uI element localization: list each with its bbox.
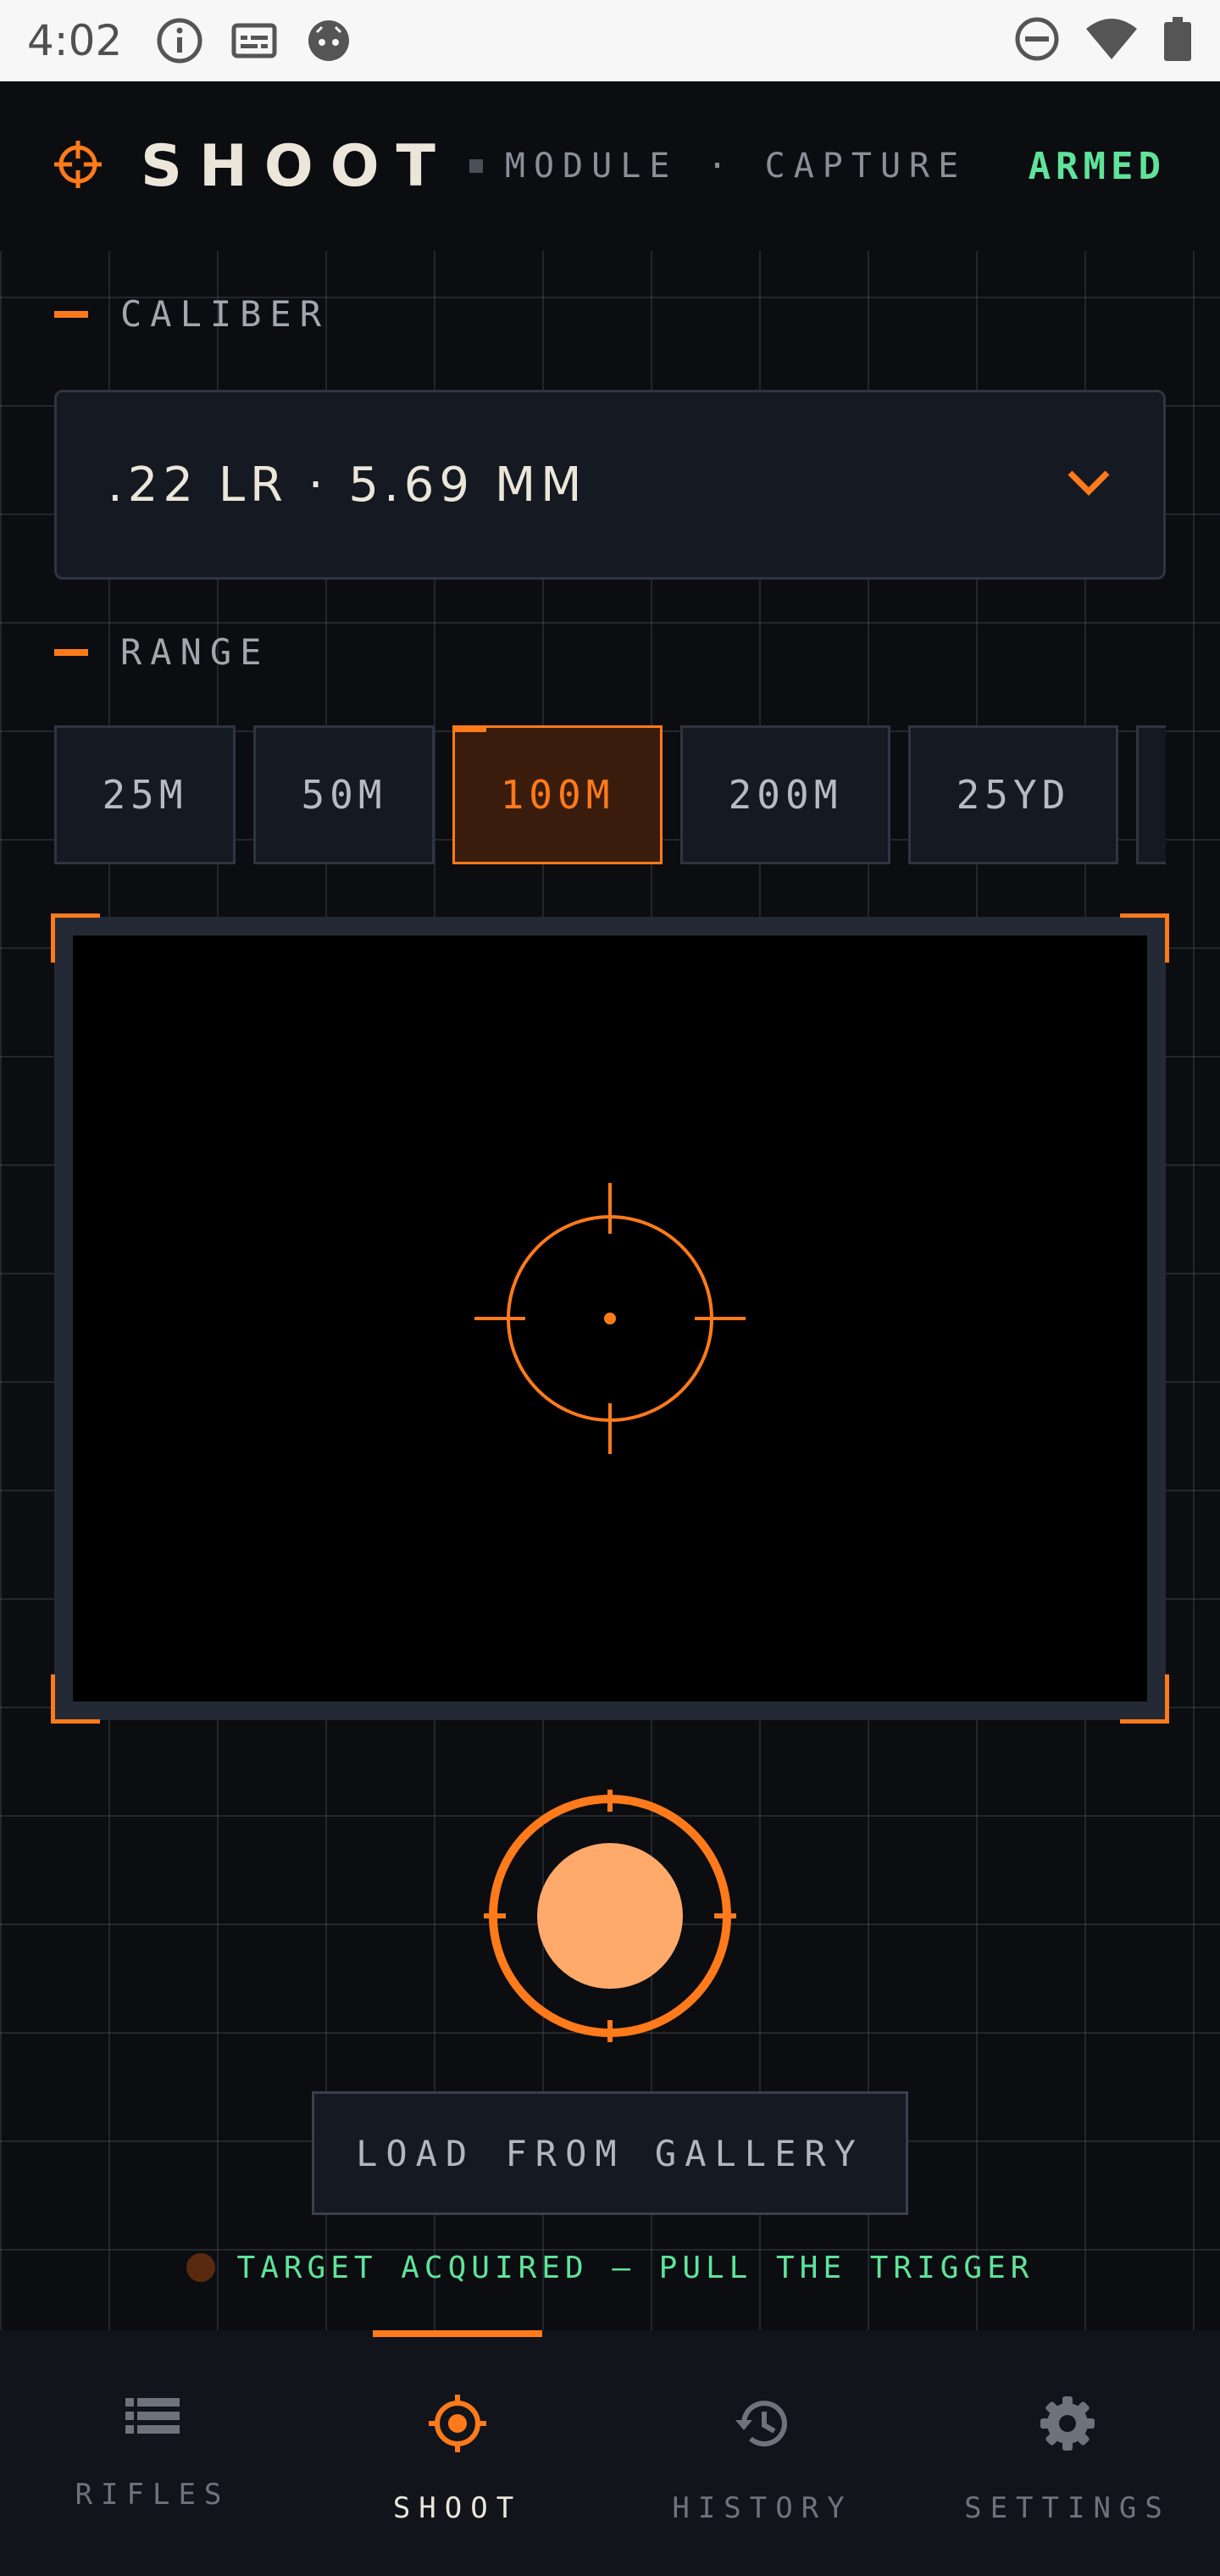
gear-icon (1037, 2393, 1098, 2457)
chevron-down-icon (1065, 466, 1112, 503)
capture-status: TARGET ACQUIRED — PULL THE TRIGGER (0, 2242, 1220, 2293)
active-tab-indicator (373, 2330, 542, 2337)
range-chip-25yd[interactable]: 25YD (908, 725, 1118, 864)
camera-viewfinder[interactable] (54, 917, 1166, 1720)
nav-label: SETTINGS (964, 2491, 1171, 2525)
status-right-icons (1013, 15, 1193, 66)
shutter-button[interactable] (484, 1790, 736, 2042)
page-title: SHOOT (141, 132, 452, 200)
android-icon (305, 17, 352, 64)
caliber-selected-value: .22 LR · 5.69 MM (108, 457, 587, 513)
nav-label: RIFLES (75, 2478, 230, 2512)
range-chip-50m[interactable]: 50M (253, 725, 435, 864)
wifi-icon (1084, 15, 1139, 66)
gallery-button-label: LOAD FROM GALLERY (356, 2132, 864, 2174)
reticle-icon (474, 1183, 746, 1454)
viewfinder-corner-bottom-left (51, 1674, 100, 1724)
page-subtitle: MODULE · CAPTURE (504, 147, 968, 186)
caliber-section-label: CALIBER (54, 293, 330, 335)
range-chip-label: 50M (301, 772, 387, 818)
range-chip-overflow[interactable] (1136, 725, 1166, 864)
header-separator (469, 159, 483, 173)
list-icon (124, 2393, 181, 2444)
camera-preview (73, 935, 1147, 1702)
nav-item-rifles[interactable]: RIFLES (0, 2330, 305, 2576)
selected-marker (452, 725, 486, 732)
range-chip-label: 100M (500, 772, 615, 818)
nav-label: SHOOT (392, 2491, 523, 2525)
viewfinder-corner-bottom-right (1120, 1674, 1169, 1724)
system-status-bar: 4:02 (0, 0, 1220, 81)
battery-icon (1162, 15, 1193, 66)
section-dash (54, 310, 88, 318)
status-indicator-dot (186, 2253, 215, 2282)
capture-status-text: TARGET ACQUIRED — PULL THE TRIGGER (236, 2250, 1034, 2285)
caliber-label: CALIBER (120, 293, 330, 335)
range-chip-label: 25M (102, 772, 188, 818)
nav-item-history[interactable]: HISTORY (610, 2330, 915, 2576)
range-chip-row[interactable]: 25M 50M 100M 200M 25YD (54, 725, 1166, 864)
armed-status: ARMED (1028, 144, 1166, 188)
range-chip-100m[interactable]: 100M (452, 725, 663, 864)
target-icon (427, 2393, 488, 2457)
range-chip-200m[interactable]: 200M (680, 725, 890, 864)
history-icon (732, 2393, 793, 2457)
status-time: 4:02 (27, 16, 123, 65)
range-chip-label: 200M (728, 772, 843, 818)
do-not-disturb-icon (1013, 15, 1061, 66)
viewfinder-corner-top-left (51, 913, 100, 963)
load-from-gallery-button[interactable]: LOAD FROM GALLERY (312, 2091, 908, 2215)
info-icon (156, 17, 203, 64)
range-section-label: RANGE (54, 631, 269, 673)
app-header: SHOOT MODULE · CAPTURE ARMED (0, 81, 1220, 251)
nav-label: HISTORY (672, 2491, 853, 2525)
bottom-navigation: RIFLES SHOOT HISTORY SETTINGS (0, 2330, 1220, 2576)
range-label: RANGE (120, 631, 270, 673)
crosshair-icon (54, 141, 102, 192)
nav-item-settings[interactable]: SETTINGS (915, 2330, 1220, 2576)
nav-item-shoot[interactable]: SHOOT (305, 2330, 610, 2576)
range-chip-label: 25YD (956, 772, 1071, 818)
caliber-dropdown[interactable]: .22 LR · 5.69 MM (54, 390, 1166, 580)
section-dash (54, 648, 88, 656)
range-chip-25m[interactable]: 25M (54, 725, 236, 864)
viewfinder-corner-top-right (1120, 913, 1169, 963)
subtitles-icon (230, 17, 278, 64)
